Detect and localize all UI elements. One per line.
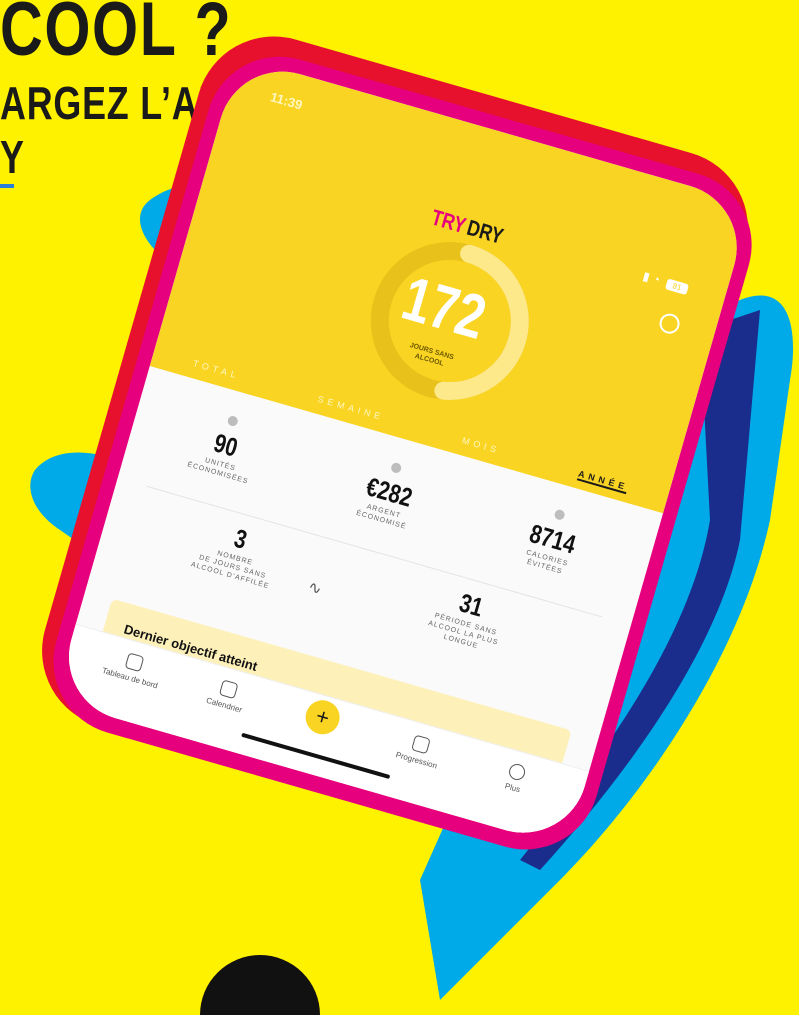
chart-icon [411,734,431,755]
nav-progress[interactable]: Progression [372,724,467,777]
status-time: 11:39 [268,89,305,113]
tab-mois[interactable]: MOIS [460,435,501,457]
nav-calendar-label: Calendrier [205,695,244,715]
euro-coin-icon [390,461,403,475]
stat-money: €282 ARGENT ÉCONOMISÉ [308,440,471,546]
stat-streak: 3 NOMBRE DE JOURS SANS ALCOOL D’AFFILÉE [157,504,317,601]
flame-icon [553,508,566,521]
tab-annee[interactable]: ANNÉE [576,468,630,495]
add-button[interactable]: + [301,696,344,739]
headline-line-3: Y [0,130,25,188]
profile-icon[interactable] [657,311,682,337]
headline-underline [0,184,15,188]
headline-line-1: COOL ? [0,0,233,72]
nav-more[interactable]: Plus [468,752,563,805]
home-icon [124,652,145,673]
stat-calories: 8714 CALORIES ÉVITÉES [471,486,634,592]
stat-longest: 31 PÉRIODE SANS ALCOOL LA PLUS LONGUE [387,570,547,667]
nav-calendar[interactable]: Calendrier [180,669,275,722]
headline-line-3-text: Y [0,131,25,183]
bottom-circle [200,955,320,1015]
nav-progress-label: Progression [394,750,439,771]
chat-icon [507,762,527,782]
calendar-icon [218,679,239,700]
glass-icon [226,414,239,428]
nav-dashboard[interactable]: Tableau de bord [85,642,180,695]
nav-more-label: Plus [503,781,522,795]
tab-semaine[interactable]: SEMAINE [316,394,386,424]
tab-total[interactable]: TOTAL [191,358,241,383]
stat-units: 90 UNITÉS ÉCONOMISÉES [144,393,307,499]
